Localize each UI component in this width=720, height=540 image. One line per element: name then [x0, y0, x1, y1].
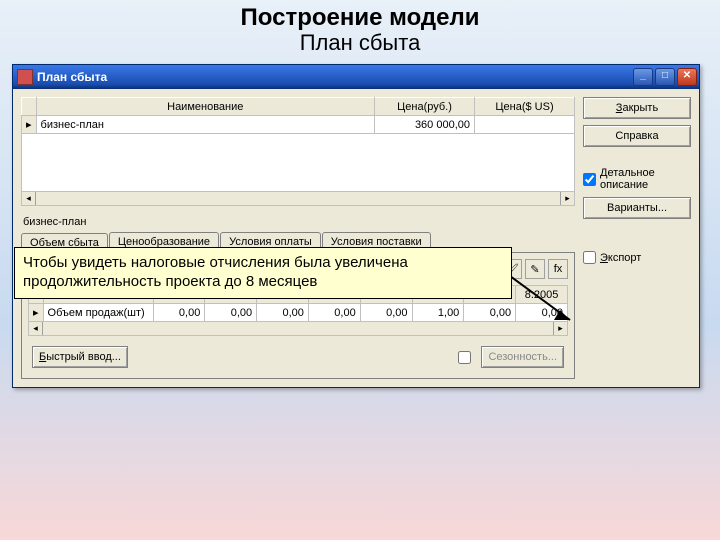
- annotation-callout: Чтобы увидеть налоговые отчисления была …: [14, 247, 512, 299]
- col-price-usd: Цена($ US): [475, 98, 575, 116]
- products-grid[interactable]: Наименование Цена(руб.) Цена($ US) ▸ биз…: [21, 97, 575, 192]
- grid-hscroll[interactable]: ◂ ▸: [21, 192, 575, 206]
- close-button[interactable]: Закрыть: [583, 97, 691, 119]
- slide-title: Построение модели: [0, 4, 720, 32]
- mg-val-1[interactable]: 0,00: [205, 304, 257, 322]
- help-button[interactable]: Справка: [583, 125, 691, 147]
- slide-subtitle: План сбыта: [0, 30, 720, 56]
- detail-checkbox-row[interactable]: Детальное описание: [583, 167, 691, 191]
- mg-row-label: Объем продаж(шт): [43, 304, 153, 322]
- seasonality-checkbox[interactable]: [458, 351, 471, 364]
- detail-label: Детальное описание: [600, 167, 691, 191]
- mg-hscroll[interactable]: ◂ ▸: [28, 322, 568, 336]
- sales-plan-window: План сбыта _ □ ✕ Наименование Цена(руб.)…: [12, 64, 700, 388]
- variants-button[interactable]: Варианты...: [583, 197, 691, 219]
- mg-val-4[interactable]: 0,00: [360, 304, 412, 322]
- cell-price-usd[interactable]: [475, 116, 575, 134]
- mg-row-marker-icon: ▸: [29, 304, 44, 322]
- window-title: План сбыта: [37, 70, 631, 84]
- quick-input-button[interactable]: Быстрый ввод...: [32, 346, 128, 368]
- col-name: Наименование: [36, 98, 374, 116]
- product-label: бизнес-план: [23, 216, 575, 228]
- export-checkbox[interactable]: [583, 251, 596, 264]
- grid-corner: [22, 98, 37, 116]
- cell-name[interactable]: бизнес-план: [36, 116, 374, 134]
- row-marker-icon: ▸: [22, 116, 37, 134]
- maximize-button[interactable]: □: [655, 68, 675, 86]
- export-label: Экспорт: [600, 252, 641, 264]
- mg-row[interactable]: ▸ Объем продаж(шт) 0,00 0,00 0,00 0,00 0…: [29, 304, 568, 322]
- mg-scroll-left-icon[interactable]: ◂: [29, 322, 43, 335]
- scroll-right-icon[interactable]: ▸: [560, 192, 574, 205]
- detail-checkbox[interactable]: [583, 173, 596, 186]
- mg-val-3[interactable]: 0,00: [308, 304, 360, 322]
- minimize-button[interactable]: _: [633, 68, 653, 86]
- annotation-arrow-icon: [510, 276, 590, 336]
- seasonality-button[interactable]: Сезонность...: [481, 346, 564, 368]
- mg-val-5[interactable]: 1,00: [412, 304, 464, 322]
- mg-val-6[interactable]: 0,00: [464, 304, 516, 322]
- titlebar: План сбыта _ □ ✕: [13, 65, 699, 89]
- mg-val-0[interactable]: 0,00: [153, 304, 205, 322]
- mg-val-2[interactable]: 0,00: [257, 304, 309, 322]
- grid-empty-area: [22, 134, 575, 192]
- close-window-button[interactable]: ✕: [677, 68, 697, 86]
- scroll-left-icon[interactable]: ◂: [22, 192, 36, 205]
- table-row[interactable]: ▸ бизнес-план 360 000,00: [22, 116, 575, 134]
- export-checkbox-row[interactable]: Экспорт: [583, 251, 691, 264]
- col-price-rub: Цена(руб.): [375, 98, 475, 116]
- app-icon: [17, 69, 33, 85]
- cell-price-rub[interactable]: 360 000,00: [375, 116, 475, 134]
